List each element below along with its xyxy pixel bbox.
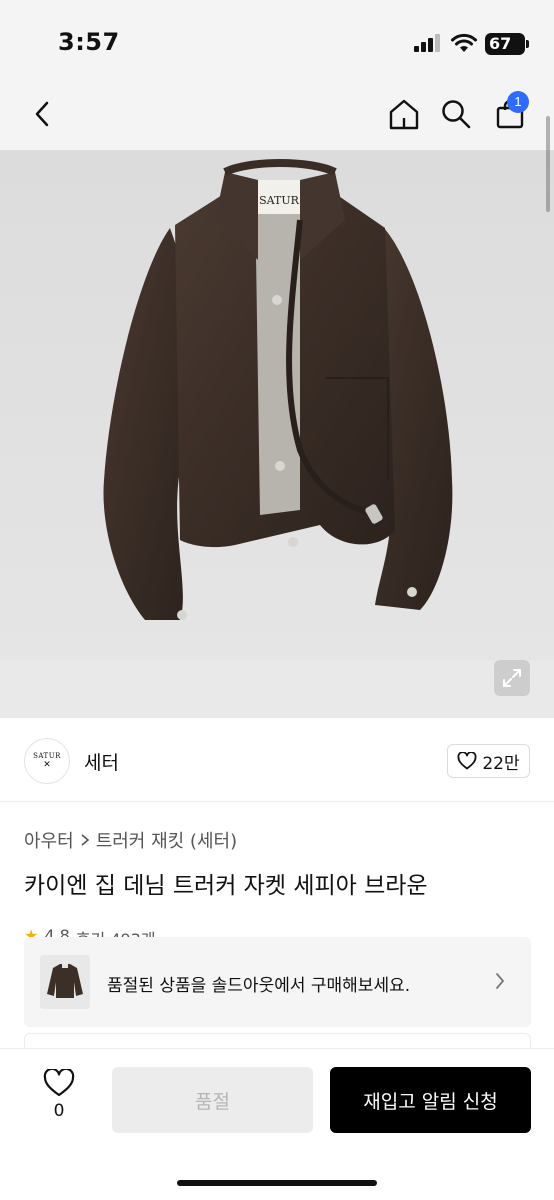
expand-icon	[503, 669, 521, 687]
search-button[interactable]	[436, 94, 476, 134]
product-image[interactable]: SATUR	[0, 150, 554, 718]
soldout-thumbnail	[40, 955, 90, 1009]
home-button[interactable]	[384, 94, 424, 134]
brand-like-count: 22만	[482, 753, 520, 774]
restock-alert-button[interactable]: 재입고 알림 신청	[330, 1067, 531, 1133]
home-indicator	[177, 1180, 377, 1186]
home-icon	[389, 99, 419, 130]
expand-image-button[interactable]	[494, 660, 530, 696]
jacket-illustration: SATUR	[103, 159, 453, 620]
wishlist-count: 0	[53, 1101, 65, 1121]
status-time: 3:57	[58, 28, 120, 56]
brand-logo[interactable]: SATUR ✕	[24, 738, 70, 784]
search-icon	[442, 100, 471, 129]
cart-count-badge: 1	[507, 91, 529, 113]
soldout-banner-text: 품절된 상품을 솔드아웃에서 구매해보세요.	[107, 976, 411, 996]
image-floor	[0, 660, 554, 718]
battery-indicator: 67	[485, 33, 525, 55]
cellular-signal-icon	[414, 34, 442, 52]
soldout-banner[interactable]: 품절된 상품을 솔드아웃에서 구매해보세요.	[24, 937, 531, 1027]
back-button[interactable]	[22, 94, 62, 134]
heart-icon	[457, 752, 477, 770]
brand-name[interactable]: 세터	[84, 748, 119, 775]
wishlist-button[interactable]: 0	[36, 1069, 82, 1129]
top-nav-bar	[0, 80, 554, 150]
bottom-action-bar: 0 품절 재입고 알림 신청	[0, 1048, 554, 1200]
breadcrumb-category[interactable]: 아우터	[24, 827, 74, 853]
status-bar: 3:57 67	[0, 0, 554, 80]
brand-row: SATUR ✕ 세터 22만	[0, 718, 554, 802]
chevron-right-icon	[81, 834, 89, 846]
brand-logo-mark: ✕	[43, 760, 51, 770]
jacket-label-text: SATUR	[259, 194, 299, 207]
brand-logo-text: SATUR	[33, 752, 61, 760]
product-title: 카이엔 집 데님 트러커 자켓 세피아 브라운	[24, 873, 428, 899]
brand-like-button[interactable]: 22만	[447, 744, 530, 778]
jacket-thumbnail-icon	[47, 964, 83, 998]
wifi-icon	[451, 33, 477, 52]
soldout-button[interactable]: 품절	[112, 1067, 313, 1133]
chevron-right-icon	[496, 973, 505, 989]
battery-tip	[526, 40, 529, 48]
scroll-indicator[interactable]	[546, 116, 550, 212]
back-icon	[35, 101, 49, 127]
breadcrumb: 아우터 트러커 재킷 (세터)	[24, 827, 237, 853]
breadcrumb-subcategory[interactable]: 트러커 재킷 (세터)	[96, 827, 237, 853]
heart-icon	[43, 1069, 75, 1097]
